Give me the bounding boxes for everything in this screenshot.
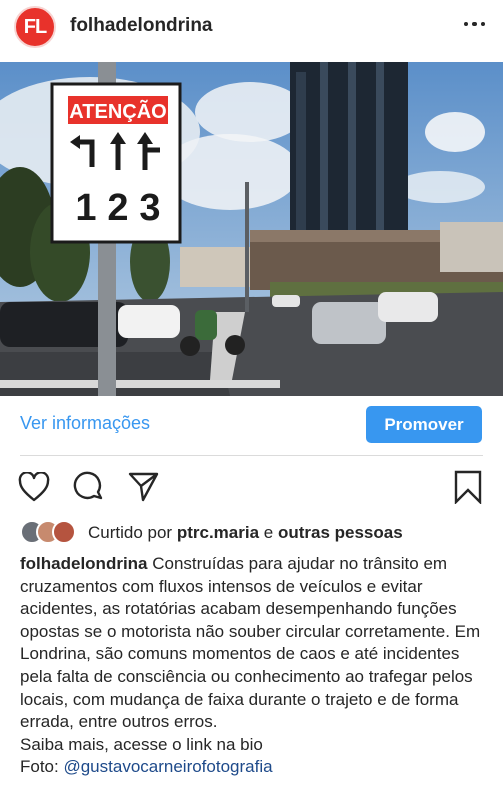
account-name[interactable]: folhadelondrina — [70, 15, 213, 37]
likes-middle: e — [259, 523, 278, 542]
caption-text: Construídas para ajudar no trânsito em c… — [20, 554, 481, 732]
lane-number-2: 2 — [107, 187, 128, 229]
likes-others-link[interactable]: outras pessoas — [278, 523, 403, 542]
post-caption: folhadelondrina Construídas para ajudar … — [20, 553, 490, 779]
post-photo[interactable]: ATENÇÃO 1 2 3 — [0, 62, 503, 396]
avatar — [52, 520, 76, 544]
sign-heading: ATENÇÃO — [69, 100, 166, 123]
lane-number-1: 1 — [75, 187, 96, 229]
promote-button[interactable]: Promover — [366, 406, 482, 443]
liker-username[interactable]: ptrc.maria — [177, 523, 259, 542]
post-header: FL folhadelondrina — [0, 0, 503, 56]
bookmark-icon[interactable] — [454, 470, 482, 505]
view-insights-link[interactable]: Ver informações — [20, 413, 150, 434]
likes-text: Curtido por ptrc.maria e outras pessoas — [88, 523, 403, 543]
divider — [20, 455, 483, 456]
liker-avatars — [20, 520, 80, 546]
lane-number-3: 3 — [139, 187, 160, 229]
more-horizontal-icon[interactable] — [457, 14, 485, 34]
caption-username[interactable]: folhadelondrina — [20, 554, 148, 573]
caption-foto-label: Foto: — [20, 757, 64, 777]
likes-row[interactable]: Curtido por ptrc.maria e outras pessoas — [20, 520, 403, 546]
likes-prefix: Curtido por — [88, 523, 177, 542]
photographer-handle-link[interactable]: @gustavocarneirofotografia — [63, 757, 272, 776]
caption-line-bio: Saiba mais, acesse o link na bio — [20, 734, 263, 754]
heart-icon[interactable] — [18, 471, 50, 502]
account-avatar[interactable]: FL — [14, 6, 56, 48]
share-icon[interactable] — [128, 471, 159, 502]
comment-icon[interactable] — [73, 471, 105, 503]
